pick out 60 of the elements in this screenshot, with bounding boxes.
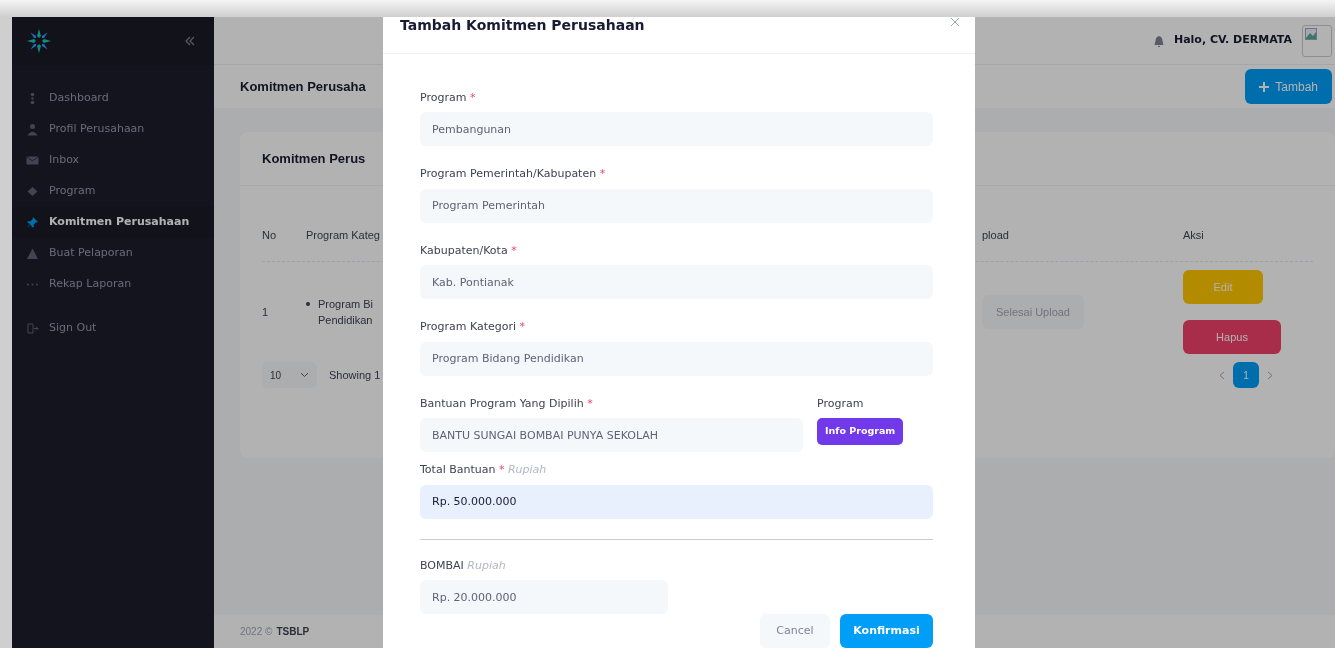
delete-button[interactable]: Hapus — [1183, 320, 1281, 354]
page-length-select[interactable]: 10 — [262, 362, 317, 388]
column-header: pload — [982, 228, 1010, 244]
sign-out-icon — [26, 322, 39, 335]
input-field[interactable]: Program Pemerintah — [420, 188, 933, 223]
diamond-icon — [26, 185, 39, 198]
input-field[interactable]: Pembangunan — [420, 112, 933, 146]
bullet-icon — [306, 301, 310, 306]
input-field[interactable]: Rp. 50.000.000 — [420, 484, 933, 519]
column-header: Aksi — [1183, 228, 1204, 244]
modal-title: Tambah Komitmen Perusahaan — [400, 16, 645, 35]
page-button[interactable]: 1 — [1233, 362, 1259, 388]
sign-out-link[interactable]: Sign Out — [12, 313, 214, 344]
broken-image-icon[interactable] — [1302, 24, 1332, 57]
column-header: No — [262, 228, 278, 244]
warning-icon — [26, 247, 39, 260]
input-field[interactable]: Kab. Pontianak — [420, 265, 933, 299]
sidebar-item[interactable]: Profil Perusahaan — [12, 114, 214, 145]
field-label: Program — [817, 395, 865, 412]
user-greeting: Halo, CV. DERMATA — [1173, 32, 1292, 49]
chevron-right-icon[interactable] — [1267, 370, 1273, 380]
field-label: Program * — [420, 89, 477, 106]
page-title: Komitmen Perusaha — [240, 77, 366, 96]
close-icon[interactable] — [950, 17, 960, 27]
chevron-left-icon[interactable] — [1219, 370, 1225, 380]
bell-icon[interactable] — [1153, 34, 1164, 47]
field-label: Bantuan Program Yang Dipilih * — [420, 395, 594, 412]
pin-icon — [26, 216, 39, 229]
chevron-down-icon — [300, 372, 309, 378]
input-field[interactable]: BANTU SUNGAI BOMBAI PUNYA SEKOLAH — [420, 418, 803, 452]
field-label: Program Pemerintah/Kabupaten * — [420, 166, 607, 182]
person-icon — [26, 123, 39, 136]
input-field[interactable]: Rp. 20.000.000 — [420, 580, 668, 614]
field-label: Total Bantuan * Rupiah — [420, 462, 548, 478]
sidebar-item[interactable]: Dashboard — [12, 83, 214, 114]
logo-icon — [26, 28, 52, 54]
field-label: BOMBAI Rupiah — [420, 557, 507, 574]
info-program-button[interactable]: Info Program — [817, 418, 904, 445]
mail-icon — [26, 154, 39, 167]
confirm-button[interactable]: Konfirmasi — [840, 614, 933, 648]
footer-link[interactable]: TSBLP — [276, 624, 310, 639]
status-button[interactable]: Selesai Upload — [982, 295, 1084, 329]
table-cell-text: 1 — [262, 304, 270, 320]
column-header: Program Kateg — [306, 228, 381, 244]
sidebar-item[interactable]: Rekap Laporan — [12, 269, 214, 300]
sidebar-item[interactable]: Program — [12, 176, 214, 207]
plus-icon — [1259, 81, 1270, 92]
sidebar-item[interactable]: Buat Pelaporan — [12, 238, 214, 269]
collapse-icon[interactable] — [184, 35, 196, 47]
add-button[interactable]: Tambah — [1245, 69, 1332, 104]
table-info: Showing 1 — [329, 367, 381, 383]
input-field[interactable]: Program Bidang Pendidikan — [420, 341, 933, 376]
cancel-button[interactable]: Cancel — [760, 614, 830, 648]
sidebar-item[interactable]: Komitmen Perusahaan — [12, 207, 214, 238]
copyright-text: 2022 © — [240, 625, 273, 639]
table-cell-text: Program Bi Pendidikan — [318, 296, 374, 328]
sidebar-item[interactable]: Inbox — [12, 145, 214, 176]
field-label: Program Kategori * — [420, 319, 527, 335]
field-label: Kabupaten/Kota * — [420, 242, 518, 259]
image-placeholder-icon — [1305, 27, 1317, 40]
